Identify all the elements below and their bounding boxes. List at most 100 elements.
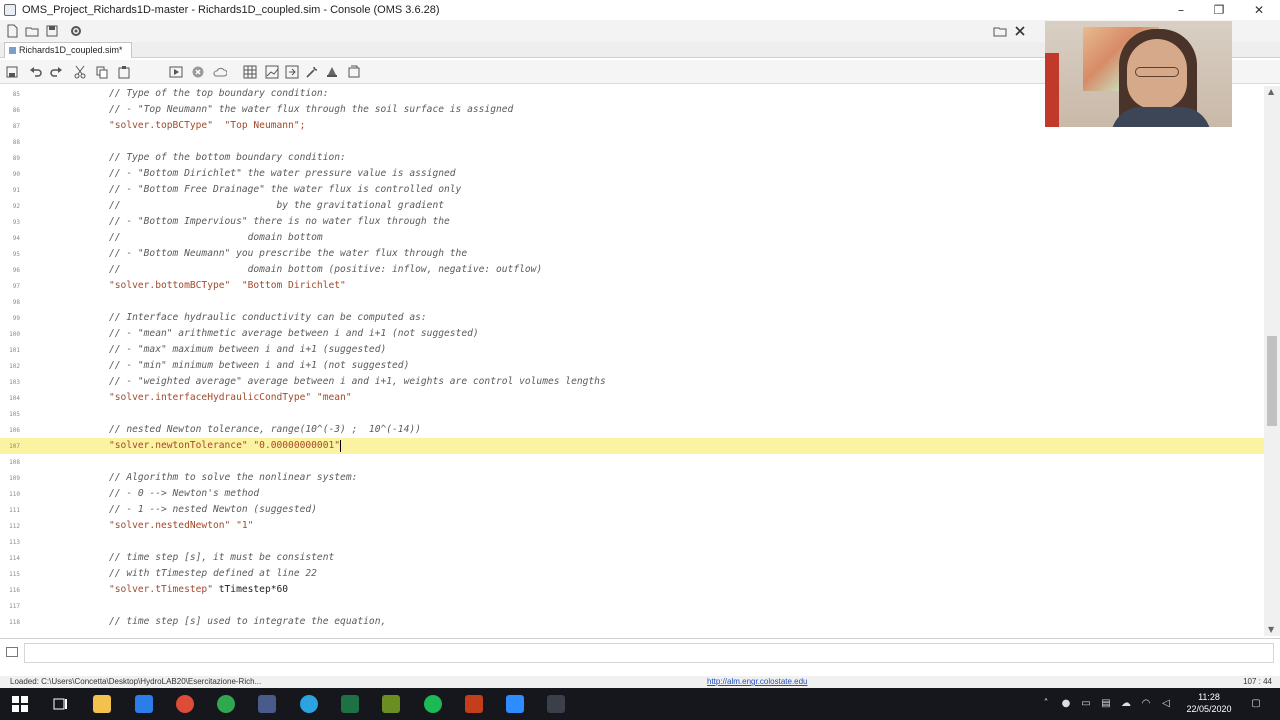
copy-icon[interactable] [92, 63, 112, 81]
console-input[interactable] [24, 643, 1274, 663]
restore-button[interactable]: ❐ [1200, 0, 1238, 20]
code-line[interactable]: 110 // - 0 --> Newton's method [0, 486, 1264, 502]
line-number: 112 [9, 523, 20, 530]
cut-icon[interactable] [70, 63, 90, 81]
tray-chevron-up-icon[interactable]: ˄ [1040, 698, 1052, 710]
code-line[interactable]: 99 // Interface hydraulic conductivity ca… [0, 310, 1264, 326]
line-number: 98 [12, 299, 20, 306]
taskbar-powerpoint[interactable] [460, 692, 488, 716]
settings-gear-icon[interactable] [66, 22, 86, 40]
code-line[interactable]: 91 // - "Bottom Free Drainage" the water … [0, 182, 1264, 198]
cloud-icon[interactable] [210, 63, 230, 81]
line-number: 95 [12, 251, 20, 258]
code-line[interactable]: 117 [0, 598, 1264, 614]
code-line[interactable]: 90 // - "Bottom Dirichlet" the water pres… [0, 166, 1264, 182]
code-line[interactable]: 105 [0, 406, 1264, 422]
taskbar-calendar[interactable] [130, 692, 158, 716]
taskbar-sync-app[interactable] [212, 692, 240, 716]
code-line[interactable]: 108 [0, 454, 1264, 470]
folder-sync-icon[interactable] [990, 22, 1010, 40]
run-icon[interactable] [166, 63, 186, 81]
code-text: // Type of the bottom boundary condition… [109, 152, 346, 164]
scroll-down-arrow-icon[interactable]: ▼ [1268, 626, 1276, 634]
scroll-up-arrow-icon[interactable]: ▲ [1268, 88, 1276, 96]
code-text: // - "max" maximum between i and i+1 (su… [109, 344, 386, 356]
code-line-current[interactable]: 107 "solver.newtonTolerance" "0.000000000… [0, 438, 1264, 454]
table-icon[interactable] [240, 63, 260, 81]
close-project-icon[interactable] [1010, 22, 1030, 40]
code-line[interactable]: 98 [0, 294, 1264, 310]
code-line[interactable]: 103 // - "weighted average" average betwe… [0, 374, 1264, 390]
save-icon[interactable] [2, 63, 22, 81]
tray-folder-icon[interactable]: ▤ [1100, 698, 1112, 710]
code-line[interactable]: 89 // Type of the bottom boundary conditi… [0, 150, 1264, 166]
code-editor[interactable]: 85 // Type of the top boundary condition:… [0, 86, 1264, 636]
code-line[interactable]: 88 [0, 134, 1264, 150]
taskbar-app[interactable] [253, 692, 281, 716]
code-line[interactable]: 101 // - "max" maximum between i and i+1 … [0, 342, 1264, 358]
code-comment: // time step [s], it must be consistent [109, 552, 335, 563]
tray-wifi-icon[interactable]: ◠ [1140, 698, 1152, 710]
notification-center-icon[interactable]: ▢ [1250, 698, 1262, 710]
code-line[interactable]: 113 [0, 534, 1264, 550]
paste-icon[interactable] [114, 63, 134, 81]
tray-battery-icon[interactable]: ▭ [1080, 698, 1092, 710]
close-window-button[interactable]: ✕ [1240, 0, 1278, 20]
taskbar-excel[interactable] [336, 692, 364, 716]
line-number: 116 [9, 587, 20, 594]
taskbar-editor[interactable] [377, 692, 405, 716]
code-line[interactable]: 93 // - "Bottom Impervious" there is no w… [0, 214, 1264, 230]
code-line[interactable]: 95 // - "Bottom Neumann" you prescribe th… [0, 246, 1264, 262]
tools-icon[interactable] [302, 63, 322, 81]
line-number: 89 [12, 155, 20, 162]
status-link[interactable]: http://alm.engr.colostate.edu [707, 677, 808, 686]
archive-icon[interactable] [344, 63, 364, 81]
taskbar-zoom[interactable] [501, 692, 529, 716]
code-line[interactable]: 100 // - "mean" arithmetic average betwee… [0, 326, 1264, 342]
code-line[interactable]: 106 // nested Newton tolerance, range(10^… [0, 422, 1264, 438]
save-all-icon[interactable] [42, 22, 62, 40]
code-line[interactable]: 109 // Algorithm to solve the nonlinear s… [0, 470, 1264, 486]
code-line[interactable]: 97 "solver.bottomBCType" "Bottom Dirichle… [0, 278, 1264, 294]
taskbar-chrome[interactable] [171, 692, 199, 716]
taskbar-spotify[interactable] [419, 692, 447, 716]
chart-icon[interactable] [262, 63, 282, 81]
code-line[interactable]: 111 // - 1 --> nested Newton (suggested) [0, 502, 1264, 518]
tray-volume-icon[interactable]: ◁ [1160, 698, 1172, 710]
webcam-overlay [1045, 21, 1232, 127]
open-folder-icon[interactable] [22, 22, 42, 40]
code-line[interactable]: 104 "solver.interfaceHydraulicCondType" "… [0, 390, 1264, 406]
code-line[interactable]: 96 // domain bottom (positive: inflow, ne… [0, 262, 1264, 278]
line-number: 111 [9, 507, 20, 514]
taskbar-file-explorer[interactable] [88, 692, 116, 716]
taskbar-clock[interactable]: 11:28 22/05/2020 [1186, 691, 1232, 715]
undo-icon[interactable] [26, 63, 46, 81]
line-number: 94 [12, 235, 20, 242]
export-icon[interactable] [282, 63, 302, 81]
new-file-icon[interactable] [2, 22, 22, 40]
code-comment: // - "weighted average" average between … [109, 376, 606, 387]
minimize-button[interactable]: – [1162, 0, 1200, 20]
code-line[interactable]: 102 // - "min" minimum between i and i+1 … [0, 358, 1264, 374]
stop-icon[interactable] [188, 63, 208, 81]
code-line[interactable]: 112 "solver.nestedNewton" "1" [0, 518, 1264, 534]
code-line[interactable]: 114 // time step [s], it must be consiste… [0, 550, 1264, 566]
code-text: // time step [s] used to integrate the e… [109, 616, 386, 628]
code-line[interactable]: 94 // domain bottom [0, 230, 1264, 246]
taskbar-telegram[interactable] [295, 692, 323, 716]
code-line[interactable]: 116 "solver.tTimestep" tTimestep*60 [0, 582, 1264, 598]
scrollbar-thumb[interactable] [1267, 336, 1277, 426]
redo-icon[interactable] [46, 63, 66, 81]
taskbar-oms-console[interactable] [542, 692, 570, 716]
start-button[interactable] [6, 692, 34, 716]
code-line[interactable]: 115 // with tTimestep defined at line 22 [0, 566, 1264, 582]
line-number: 99 [12, 315, 20, 322]
code-line[interactable]: 92 // by the gravitational gradient [0, 198, 1264, 214]
stamp-icon[interactable] [322, 63, 342, 81]
tab-richards1d-coupled[interactable]: Richards1D_coupled.sim* [4, 42, 132, 58]
task-view-button[interactable] [46, 692, 74, 716]
tray-microphone-icon[interactable]: ● [1060, 698, 1072, 710]
editor-vertical-scrollbar[interactable]: ▲ ▼ [1264, 86, 1280, 636]
tray-cloud-icon[interactable]: ☁ [1120, 698, 1132, 710]
code-line[interactable]: 118 // time step [s] used to integrate th… [0, 614, 1264, 630]
